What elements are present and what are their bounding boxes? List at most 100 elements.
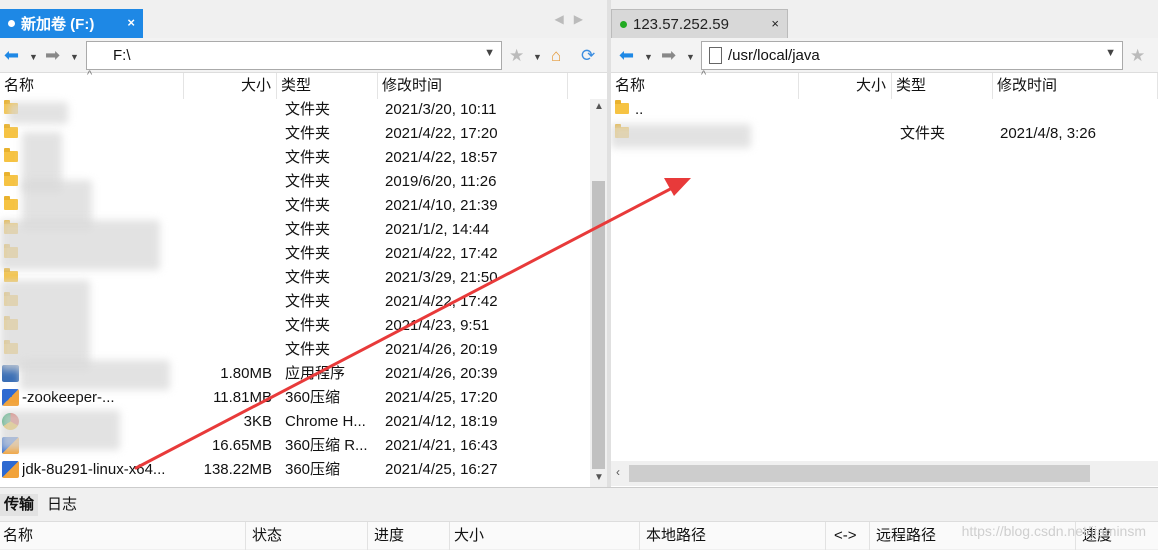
scroll-thumb[interactable] [629,465,1090,482]
column-modified[interactable]: 修改时间 [378,73,568,99]
table-row[interactable]: 文件夹 2021/4/22, 18:57 [0,146,607,170]
scroll-thumb[interactable] [592,181,605,469]
left-address-bar: ⬅ ▼ ➡ ▼ F:\ ▼ ★ ▼ ⌂ ⟳ [0,38,607,73]
column-local-path[interactable]: 本地路径 [640,522,826,550]
file-size: 138.22MB [203,461,272,478]
file-modified: 2021/4/22, 18:57 [385,149,498,166]
tab-remote-server[interactable]: 123.57.252.59 × [611,9,788,38]
file-size [184,266,272,290]
close-tab-icon[interactable]: × [771,16,779,31]
tab-title: 新加卷 (F:) [21,16,95,33]
table-row[interactable]: .. [611,98,1158,122]
column-type[interactable]: 类型 [892,73,993,99]
bookmark-star-icon[interactable]: ★ [1130,46,1145,66]
file-name: jdk-8u291-linux-x64... [22,461,166,478]
file-type: 文件夹 [285,197,331,214]
tab-title: 123.57.252.59 [633,15,729,33]
table-row[interactable]: 文件夹 2021/4/23, 9:51 [0,314,607,338]
left-vertical-scrollbar[interactable]: ▲ ▼ [590,99,607,487]
column-size[interactable]: 大小 [799,73,892,99]
remote-path-input[interactable]: /usr/local/java ▼ [701,41,1123,70]
file-size [184,338,272,362]
scroll-left-icon[interactable]: ‹ [616,465,620,479]
tab-log[interactable]: 日志 [43,494,81,516]
local-path-input[interactable]: F:\ ▼ [86,41,502,70]
file-modified: 2021/4/22, 17:42 [385,293,498,310]
forward-dropdown-icon[interactable]: ▼ [70,52,79,62]
redacted-name [0,410,120,450]
column-size[interactable]: 大小 [184,73,277,99]
file-modified: 2021/3/20, 10:11 [385,101,497,118]
file-size [184,170,272,194]
folder-icon [4,172,18,186]
column-size[interactable]: 大小 [450,522,640,550]
archive-icon [2,461,19,478]
folder-icon [4,196,18,210]
table-row[interactable]: 文件夹 2021/4/22, 17:42 [0,290,607,314]
file-type: 文件夹 [285,125,331,142]
forward-arrow-icon[interactable]: ➡ [45,46,60,64]
sort-ascending-icon: ^ [701,69,707,81]
file-icon [709,47,722,64]
forward-arrow-icon[interactable]: ➡ [661,46,676,64]
file-size [184,194,272,218]
bookmark-dropdown-icon[interactable]: ▼ [533,52,542,62]
remote-path-text: /usr/local/java [728,47,820,64]
file-modified [1000,98,1155,122]
column-type[interactable]: 类型 [277,73,378,99]
tab-scroll-arrows-icon[interactable]: ◀▶ [555,12,593,26]
file-modified: 2021/4/10, 21:39 [385,197,498,214]
scroll-down-icon[interactable]: ▼ [594,472,604,483]
remote-file-pane: 123.57.252.59 × ⬅ ▼ ➡ ▼ /usr/local/java … [611,0,1158,487]
file-modified: 2021/4/25, 16:27 [385,461,498,478]
file-type: 文件夹 [285,317,331,334]
table-row[interactable]: 文件夹 2021/4/26, 20:19 [0,338,607,362]
table-row[interactable]: 文件夹 2021/4/22, 17:20 [0,122,607,146]
file-size [184,98,272,122]
sort-ascending-icon: ^ [87,69,93,81]
file-size [799,122,887,146]
chevron-down-icon[interactable]: ▼ [484,47,495,59]
column-name[interactable]: 名称 [0,522,246,550]
home-folder-icon[interactable]: ⌂ [551,46,561,66]
right-address-bar: ⬅ ▼ ➡ ▼ /usr/local/java ▼ ★ [611,38,1158,73]
back-arrow-icon[interactable]: ⬅ [619,46,634,64]
file-modified: 2021/4/25, 17:20 [385,389,498,406]
tab-transfers[interactable]: 传输 [0,494,39,516]
column-direction[interactable]: <-> [826,522,870,550]
table-row[interactable]: jdk-8u291-linux-x64... 138.22MB 360压缩 2021/… [0,458,607,482]
chevron-down-icon[interactable]: ▼ [1105,47,1116,59]
file-size [184,314,272,338]
file-size [184,242,272,266]
right-tab-strip: 123.57.252.59 × [611,0,1158,38]
close-tab-icon[interactable]: × [127,15,135,30]
scroll-up-icon[interactable]: ▲ [594,101,604,112]
file-type [900,98,992,122]
bookmark-star-icon[interactable]: ★ [509,46,524,66]
file-type: 文件夹 [285,101,331,118]
file-name: .. [635,101,644,118]
refresh-icon[interactable]: ⟳ [581,46,595,66]
back-dropdown-icon[interactable]: ▼ [644,52,653,62]
file-type: 文件夹 [285,149,331,166]
redacted-name [0,280,90,370]
folder-icon [615,100,629,114]
forward-dropdown-icon[interactable]: ▼ [686,52,695,62]
local-file-pane: 新加卷 (F:) × ◀▶ ⬅ ▼ ➡ ▼ F:\ ▼ ★ ▼ ⌂ ⟳ 名称 ^… [0,0,607,487]
tab-local-drive[interactable]: 新加卷 (F:) × [0,9,143,38]
right-horizontal-scrollbar[interactable]: ‹ [611,461,1158,486]
back-dropdown-icon[interactable]: ▼ [29,52,38,62]
file-type: 文件夹 [285,269,331,286]
file-type: 360压缩 [285,461,341,478]
table-row[interactable]: 文件夹 2021/3/20, 10:11 [0,98,607,122]
redacted-name [0,220,160,270]
file-modified: 2021/4/26, 20:39 [385,365,498,382]
file-modified: 2021/4/22, 17:42 [385,245,498,262]
back-arrow-icon[interactable]: ⬅ [4,46,19,64]
column-modified[interactable]: 修改时间 [993,73,1158,99]
column-progress[interactable]: 进度 [368,522,450,550]
file-size [799,98,887,122]
column-status[interactable]: 状态 [246,522,368,550]
file-type: 360压缩 R... [285,437,368,454]
right-column-header: 名称 ^ 大小 类型 修改时间 [611,69,1158,99]
